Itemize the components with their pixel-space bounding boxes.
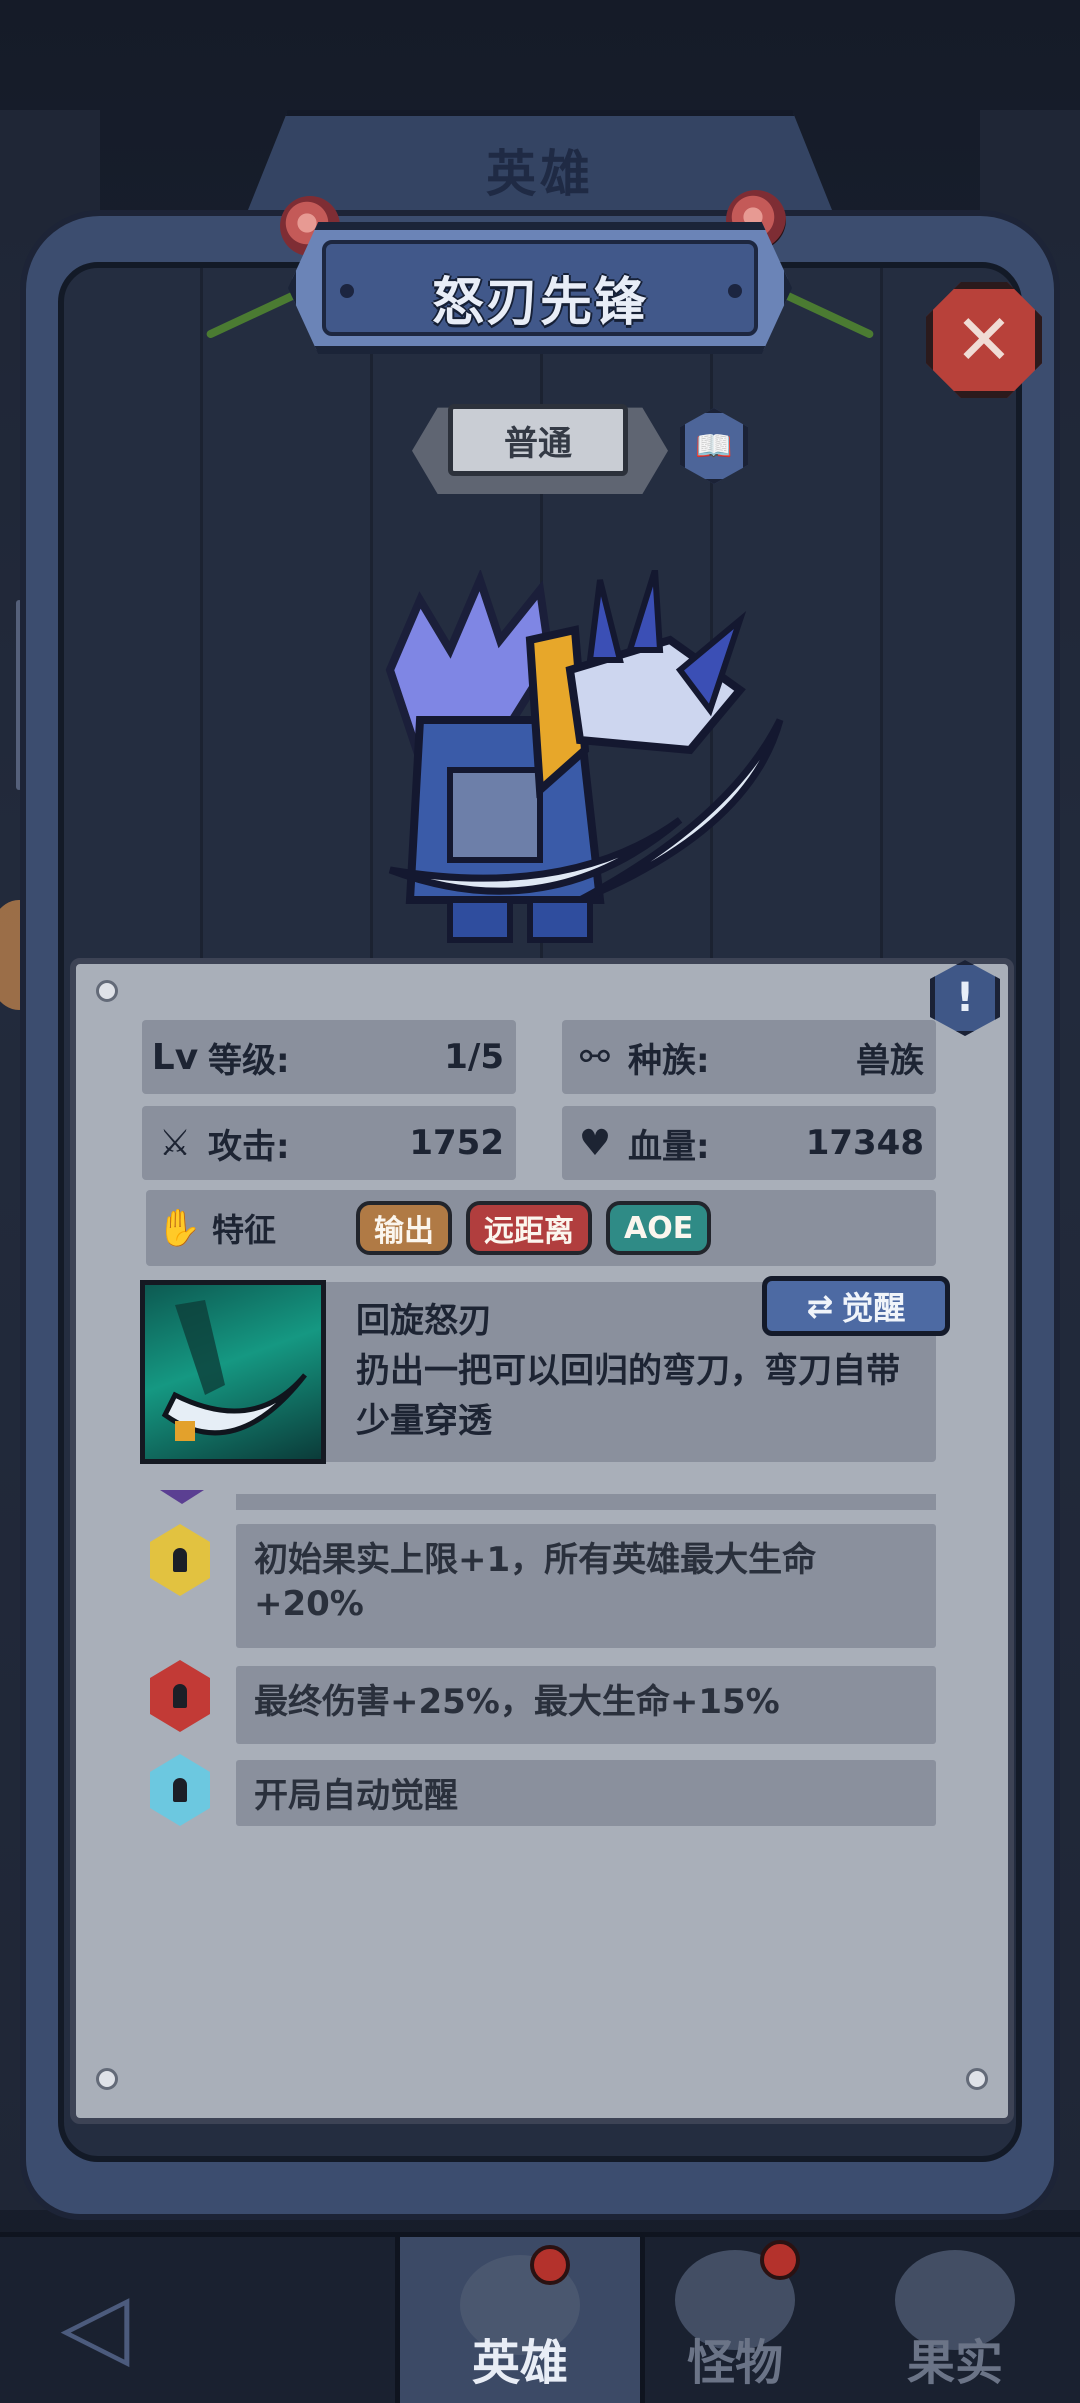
hand-icon: ✋ bbox=[156, 1208, 202, 1249]
level-icon: Lv bbox=[151, 1036, 199, 1078]
info-icon: ! bbox=[955, 975, 975, 1021]
bonus-row: 开局自动觉醒 bbox=[236, 1760, 936, 1826]
close-button[interactable]: ✕ bbox=[926, 282, 1042, 398]
level-label: 等级: bbox=[208, 1040, 290, 1081]
screw bbox=[96, 980, 118, 1002]
traits-row: ✋ 特征 输出 远距离 AOE bbox=[146, 1190, 936, 1266]
race-icon: ⚯ bbox=[579, 1036, 611, 1078]
level-stat: Lv 等级: 1/5 bbox=[142, 1020, 516, 1094]
hero-leg bbox=[447, 897, 513, 943]
close-icon: ✕ bbox=[954, 299, 1014, 381]
race-label: 种族: bbox=[628, 1040, 710, 1081]
screw bbox=[96, 2068, 118, 2090]
bonus-row: 最终伤害+25%，最大生命+15% bbox=[236, 1666, 936, 1744]
skill-icon[interactable] bbox=[140, 1280, 326, 1464]
skill-description: 扔出一把可以回归的弯刀，弯刀自带少量穿透 bbox=[356, 1351, 900, 1441]
trait-tag: 远距离 bbox=[466, 1201, 593, 1255]
plank-line bbox=[880, 268, 883, 1008]
screw bbox=[966, 2068, 988, 2090]
attack-label: 攻击: bbox=[208, 1126, 290, 1167]
sword-icon: ⚔ bbox=[158, 1122, 192, 1164]
back-button[interactable]: ◁ bbox=[30, 2270, 160, 2380]
bonus-row: 初始果实上限+1，所有英雄最大生命+20% bbox=[236, 1524, 936, 1648]
hero-horn bbox=[625, 570, 664, 653]
book-icon: 📖 bbox=[695, 428, 733, 464]
trait-tag: AOE bbox=[606, 1201, 712, 1255]
nav-tab-monster[interactable]: 怪物 bbox=[610, 2232, 860, 2403]
nav-tab-label: 英雄 bbox=[471, 2335, 568, 2391]
hero-leg bbox=[527, 897, 593, 943]
rarity-badge: 普通 bbox=[448, 404, 628, 476]
hero-armor bbox=[447, 767, 543, 863]
nav-tab-label: 果实 bbox=[906, 2335, 1003, 2391]
attack-value: 1752 bbox=[409, 1123, 504, 1163]
hp-stat: ♥ 血量: 17348 bbox=[562, 1106, 936, 1180]
attack-stat: ⚔ 攻击: 1752 bbox=[142, 1106, 516, 1180]
divider-strip bbox=[236, 1494, 936, 1510]
hero-horn bbox=[586, 579, 624, 663]
hp-label: 血量: bbox=[628, 1126, 710, 1167]
level-value: 1/5 bbox=[444, 1037, 504, 1077]
notification-dot bbox=[760, 2240, 800, 2280]
nav-tab-hero[interactable]: 英雄 bbox=[395, 2232, 645, 2403]
header-tab-label: 英雄 bbox=[486, 145, 594, 203]
trait-tag: 输出 bbox=[356, 1201, 453, 1255]
back-arrow-icon: ◁ bbox=[60, 2272, 130, 2378]
nav-tab-label: 怪物 bbox=[686, 2335, 783, 2391]
awaken-button[interactable]: ⇄ 觉醒 bbox=[762, 1276, 950, 1336]
race-stat: ⚯ 种族: 兽族 bbox=[562, 1020, 936, 1094]
swap-icon: ⇄ bbox=[806, 1287, 834, 1325]
heart-icon: ♥ bbox=[578, 1122, 612, 1164]
plank-line bbox=[200, 268, 203, 1008]
awaken-label: 觉醒 bbox=[841, 1289, 906, 1327]
hero-name: 怒刃先锋 bbox=[431, 273, 648, 333]
traits-label: 特征 bbox=[212, 1211, 277, 1249]
race-value: 兽族 bbox=[856, 1040, 924, 1081]
skill-name: 回旋怒刃 bbox=[356, 1301, 492, 1341]
notification-dot bbox=[530, 2245, 570, 2285]
hp-value: 17348 bbox=[805, 1123, 924, 1163]
nav-tab-fruit[interactable]: 果实 bbox=[830, 2232, 1080, 2403]
hero-portrait bbox=[385, 570, 784, 943]
skill-blade-icon bbox=[161, 1300, 307, 1441]
